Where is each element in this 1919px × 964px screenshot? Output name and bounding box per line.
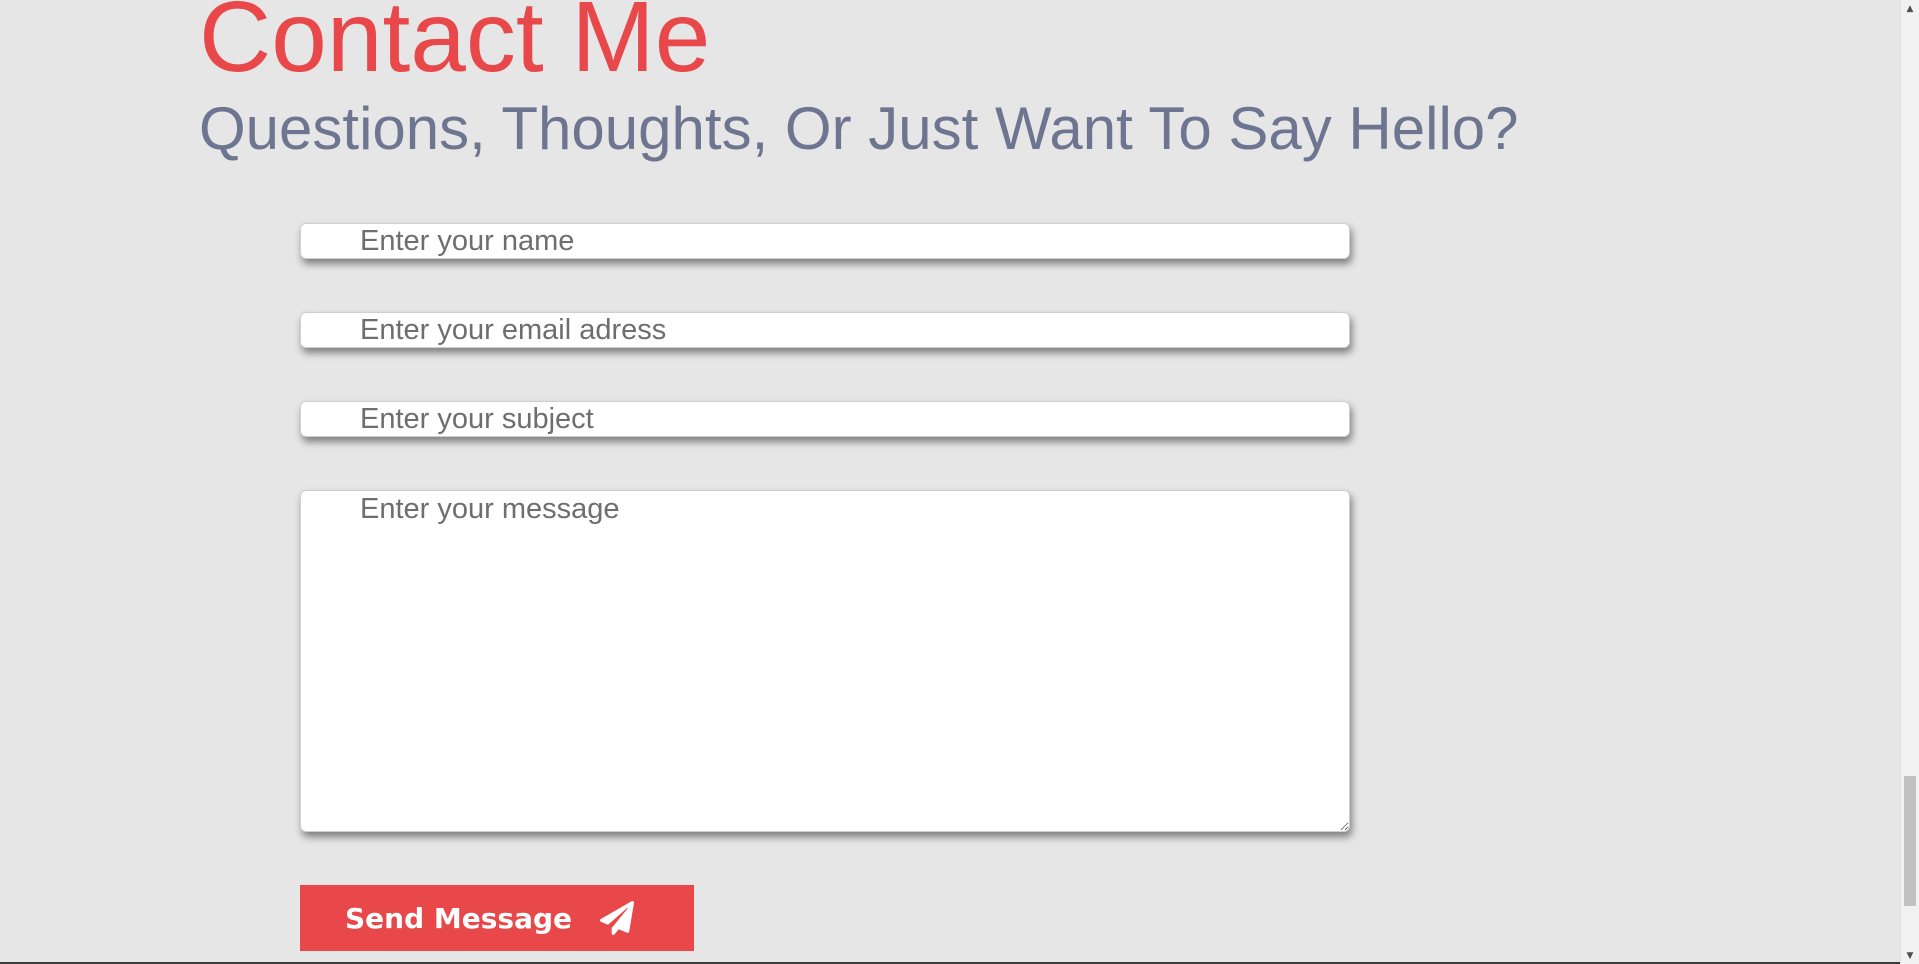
send-message-button[interactable]: Send Message — [300, 885, 694, 951]
name-field[interactable] — [300, 223, 1350, 259]
paper-plane-icon — [600, 901, 634, 935]
subject-field[interactable] — [300, 401, 1350, 437]
scroll-down-arrow-icon[interactable]: ▼ — [1901, 947, 1919, 964]
contact-section: Contact Me Questions, Thoughts, Or Just … — [0, 0, 1900, 964]
page-title: Contact Me — [199, 0, 711, 93]
message-field[interactable] — [300, 490, 1350, 832]
scroll-up-arrow-icon[interactable]: ▲ — [1901, 0, 1919, 17]
scrollbar-thumb[interactable] — [1904, 776, 1916, 906]
vertical-scrollbar[interactable]: ▲ ▼ — [1900, 0, 1919, 964]
send-message-label: Send Message — [345, 901, 572, 935]
email-field[interactable] — [300, 312, 1350, 348]
page-subtitle: Questions, Thoughts, Or Just Want To Say… — [199, 95, 1519, 162]
